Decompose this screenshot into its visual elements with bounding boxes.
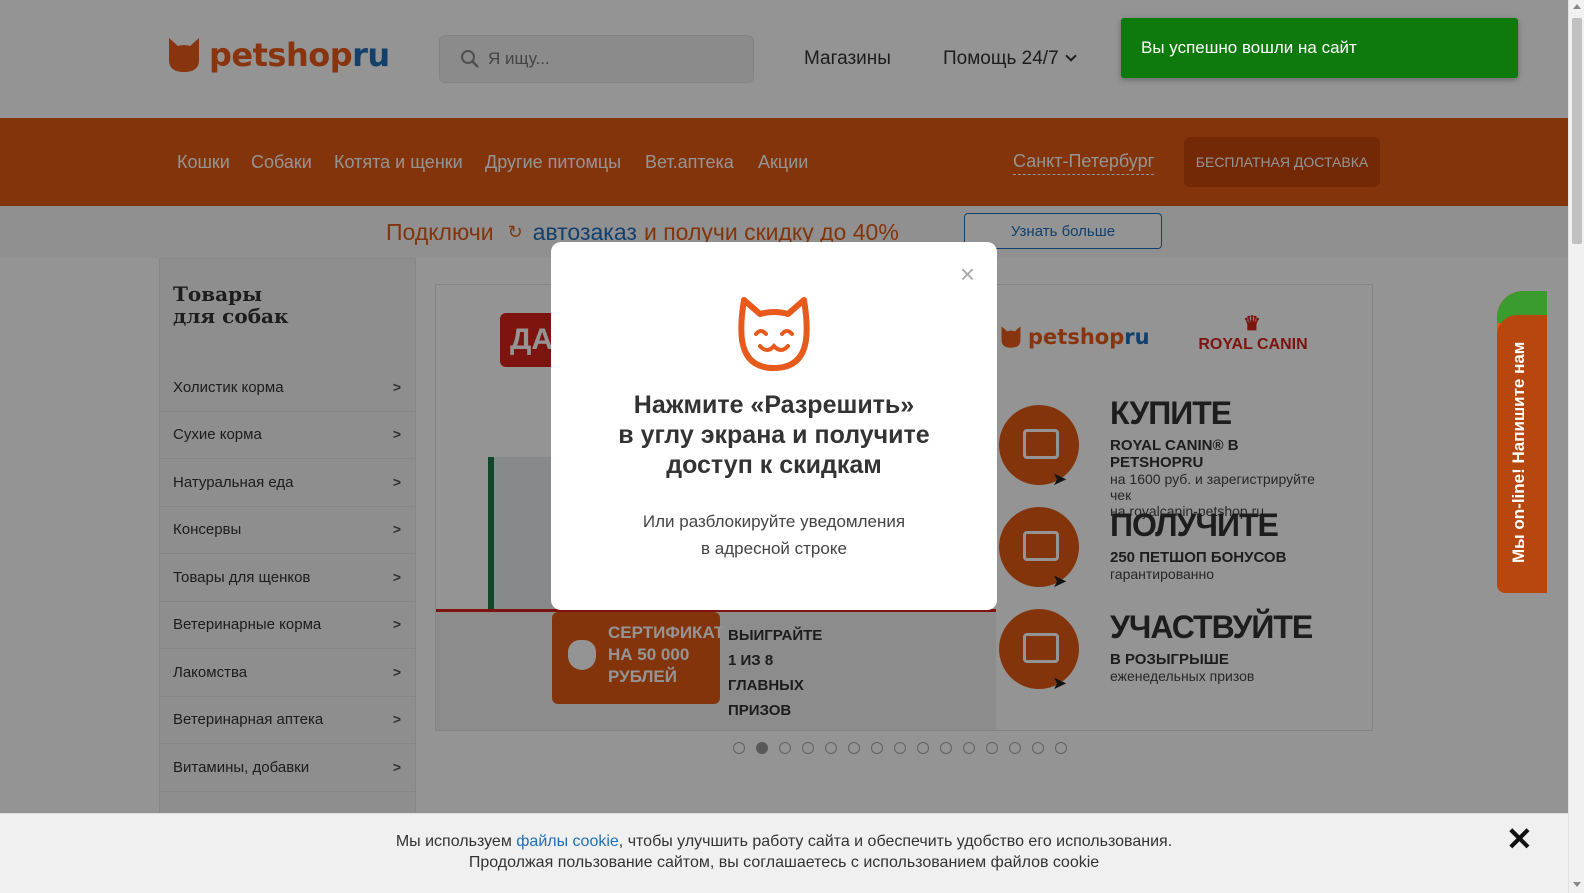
modal-title-line1: Нажмите «Разрешить»	[633, 391, 915, 419]
cookie-text-part1: Мы используем	[395, 833, 512, 850]
scrollbar-thumb[interactable]	[1572, 18, 1582, 244]
cookie-close-icon[interactable]: ✕	[1506, 820, 1533, 858]
notification-permission-modal: × Нажмите «Разрешить» в углу экрана и по…	[551, 242, 997, 610]
login-success-toast: Вы успешно вошли на сайт	[1121, 18, 1518, 78]
cookie-text: Мы используем файлы cookie, чтобы улучши…	[0, 831, 1568, 873]
scroll-down-arrow-icon[interactable]	[1573, 882, 1581, 887]
chat-tab-label: Мы on-line! Напишите нам	[1509, 341, 1528, 563]
modal-title-line2: в углу экрана и получите	[618, 421, 930, 449]
cookie-text-part2: , чтобы улучшить работу сайта и обеспечи…	[618, 833, 1173, 850]
modal-title-line3: доступ к скидкам	[666, 451, 882, 479]
cookie-consent-bar: Мы используем файлы cookie, чтобы улучши…	[0, 813, 1568, 893]
happy-cat-icon	[738, 297, 810, 371]
online-chat-tab[interactable]: Мы on-line! Напишите нам	[1497, 291, 1547, 593]
modal-subtitle-line1: Или разблокируйте уведомления	[642, 512, 906, 531]
cookie-policy-link[interactable]: файлы cookie	[516, 833, 619, 850]
page-scrollbar[interactable]	[1568, 0, 1584, 893]
scroll-up-arrow-icon[interactable]	[1573, 4, 1581, 9]
modal-title: Нажмите «Разрешить» в углу экрана и полу…	[551, 390, 997, 480]
cookie-text-line2: Продолжая пользование сайтом, вы соглаша…	[468, 854, 1100, 871]
close-icon[interactable]: ×	[960, 261, 975, 287]
modal-subtitle: Или разблокируйте уведомления в адресной…	[551, 508, 997, 562]
modal-subtitle-line2: в адресной строке	[701, 539, 847, 558]
